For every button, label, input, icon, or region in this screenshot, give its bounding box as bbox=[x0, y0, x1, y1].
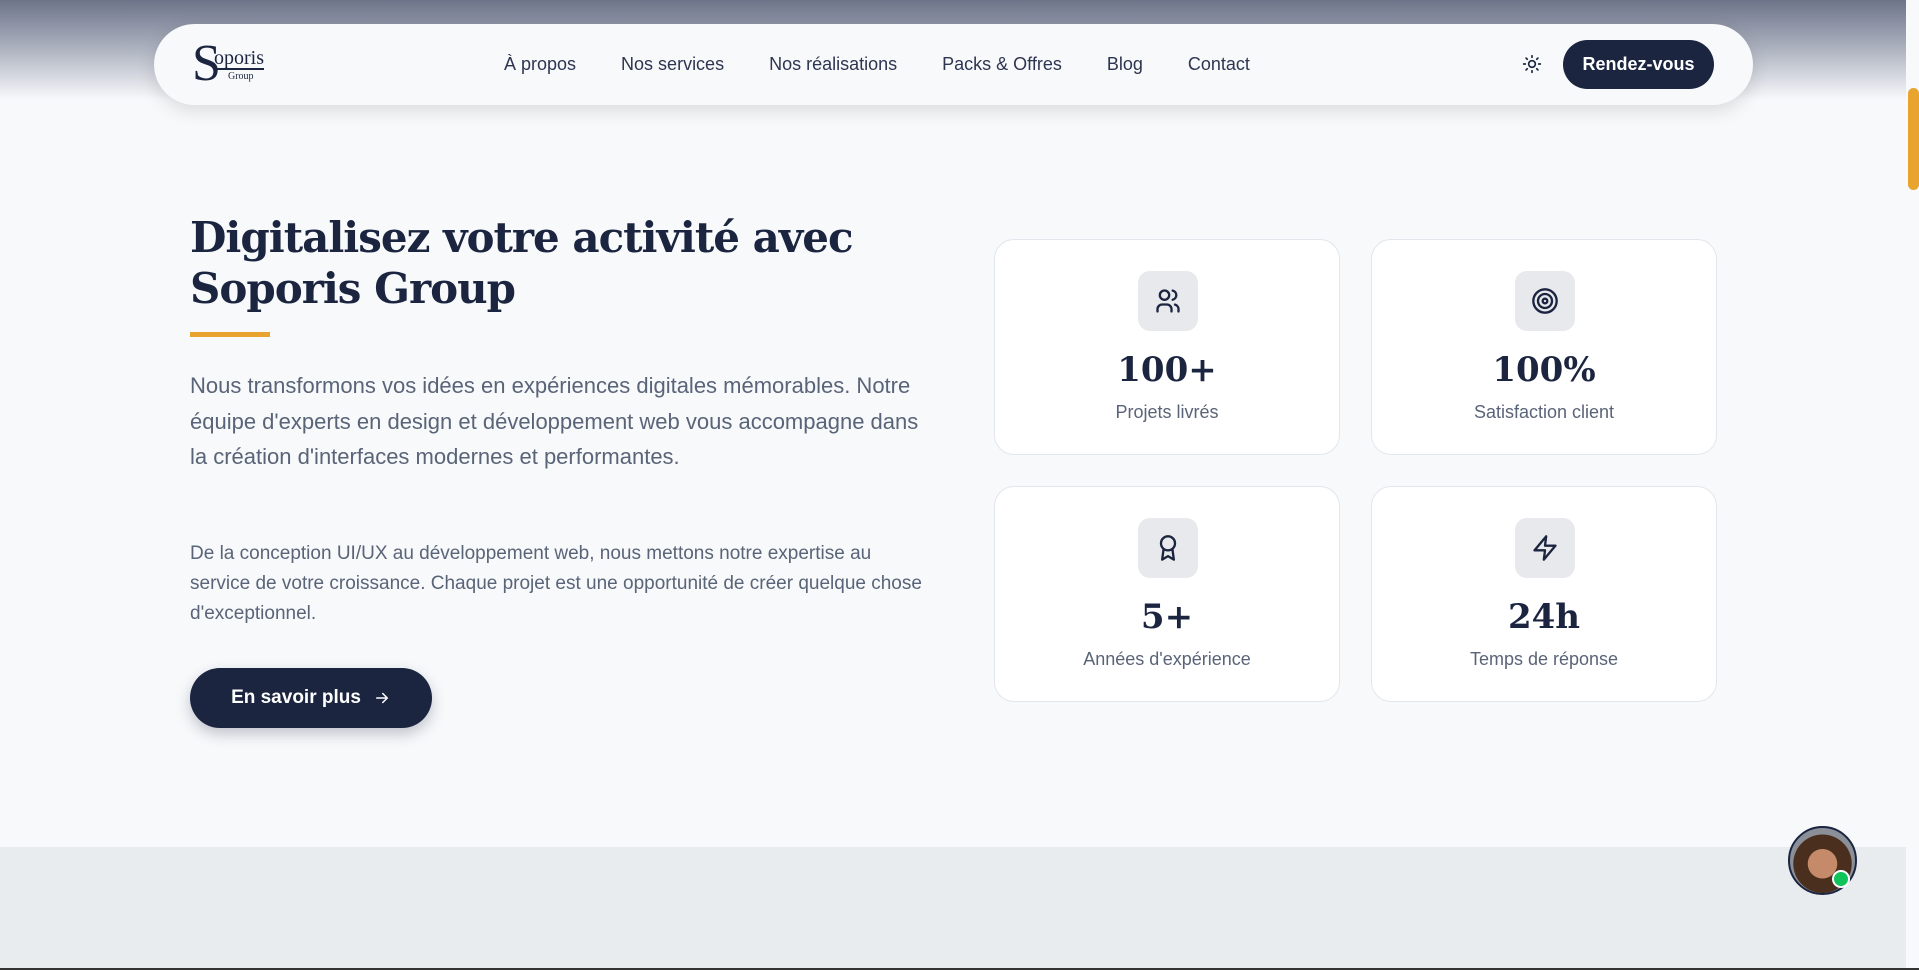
online-status-indicator bbox=[1832, 870, 1850, 888]
nav-menu: À propos Nos services Nos réalisations P… bbox=[504, 24, 1250, 105]
stat-label: Temps de réponse bbox=[1469, 649, 1619, 669]
lightning-icon bbox=[1533, 535, 1557, 561]
stat-value: 5+ bbox=[1140, 597, 1194, 637]
learn-more-button[interactable]: En savoir plus bbox=[190, 668, 432, 728]
hero-title: Digitalisez votre activité avec Soporis … bbox=[190, 213, 854, 313]
stat-card-satisfaction: 100% Satisfaction client bbox=[1371, 239, 1717, 455]
target-icon bbox=[1532, 288, 1558, 314]
award-icon bbox=[1159, 535, 1177, 561]
nav-contact[interactable]: Contact bbox=[1188, 54, 1250, 75]
nav-services[interactable]: Nos services bbox=[621, 54, 724, 75]
stat-value: 24h bbox=[1507, 597, 1581, 637]
hero-description: De la conception UI/UX au développement … bbox=[190, 543, 922, 624]
next-section bbox=[0, 847, 1906, 970]
stat-label: Projets livrés bbox=[1115, 402, 1219, 422]
logo[interactable]: Soporis Group bbox=[192, 35, 276, 92]
stat-card-experience: 5+ Années d'expérience bbox=[994, 486, 1340, 702]
stat-value: 100+ bbox=[1117, 350, 1217, 390]
stat-label: Satisfaction client bbox=[1473, 402, 1615, 422]
nav-realisations[interactable]: Nos réalisations bbox=[769, 54, 897, 75]
sun-icon[interactable] bbox=[1522, 54, 1542, 74]
stat-label: Années d'expérience bbox=[1083, 649, 1251, 669]
rendez-vous-button[interactable]: Rendez-vous bbox=[1563, 40, 1714, 89]
users-icon bbox=[1156, 289, 1180, 313]
navbar: Soporis Group À propos Nos services Nos r… bbox=[154, 24, 1753, 105]
nav-a-propos[interactable]: À propos bbox=[504, 54, 576, 75]
stat-card-response: 24h Temps de réponse bbox=[1371, 486, 1717, 702]
hero-intro: Nous transformons vos idées en expérienc… bbox=[190, 373, 919, 469]
stat-value: 100% bbox=[1492, 350, 1596, 390]
arrow-right-icon bbox=[375, 692, 389, 704]
title-underline bbox=[190, 332, 270, 337]
learn-more-label: En savoir plus bbox=[231, 687, 361, 708]
scrollbar-thumb[interactable] bbox=[1908, 88, 1919, 190]
nav-blog[interactable]: Blog bbox=[1107, 54, 1143, 75]
stat-card-projects: 100+ Projets livrés bbox=[994, 239, 1340, 455]
nav-packs[interactable]: Packs & Offres bbox=[942, 54, 1062, 75]
